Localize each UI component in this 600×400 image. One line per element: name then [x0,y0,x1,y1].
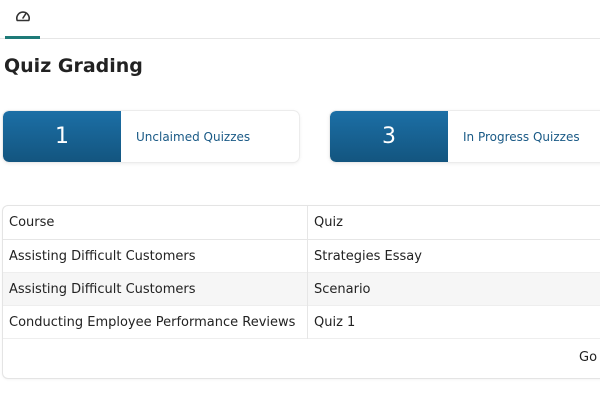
quiz-table: Course Quiz Assisting Difficult Customer… [3,206,600,339]
table-row[interactable]: Assisting Difficult Customers Strategies… [3,239,600,273]
column-header-course[interactable]: Course [3,206,308,240]
cell-course: Assisting Difficult Customers [3,272,308,306]
cell-quiz: Strategies Essay [314,248,422,264]
go-button[interactable]: Go [579,350,597,365]
column-header-quiz[interactable]: Quiz [308,206,600,240]
active-tab-indicator [5,36,40,39]
in-progress-quizzes-label: In Progress Quizzes [463,129,580,144]
quiz-table-panel: Course Quiz Assisting Difficult Customer… [3,206,600,378]
unclaimed-quizzes-count: 1 [3,111,121,162]
cell-quiz: Scenario [314,281,371,297]
page-title: Quiz Grading [4,55,143,77]
quiz-grading-page: Quiz Grading 1 Unclaimed Quizzes 3 In Pr… [0,0,600,400]
gauge-icon [15,11,30,22]
in-progress-quizzes-count: 3 [330,111,448,162]
table-footer: Go [3,338,600,378]
unclaimed-quizzes-label: Unclaimed Quizzes [136,129,251,144]
tab-bar [0,0,600,39]
table-row[interactable]: Assisting Difficult Customers Scenario [3,272,600,306]
table-row[interactable]: Conducting Employee Performance Reviews … [3,305,600,339]
unclaimed-quizzes-card[interactable]: 1 Unclaimed Quizzes [3,111,299,162]
cell-course: Conducting Employee Performance Reviews [3,305,308,339]
in-progress-quizzes-card[interactable]: 3 In Progress Quizzes [330,111,600,162]
cell-course: Assisting Difficult Customers [3,239,308,273]
tab-dashboard[interactable] [5,0,40,39]
cell-quiz: Quiz 1 [314,314,356,330]
table-header-row: Course Quiz [3,206,600,240]
